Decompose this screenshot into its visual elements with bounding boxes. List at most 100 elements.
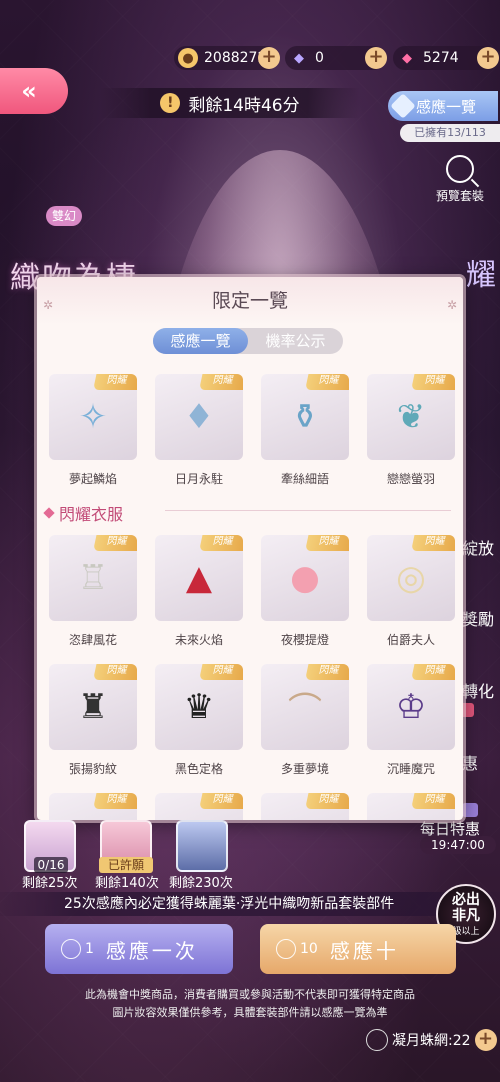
item-name: 夢起鱗焰	[68, 472, 117, 486]
item-name: 日月永駐	[174, 472, 223, 486]
shine-tag: 閃耀	[199, 374, 243, 390]
material-counter: 凝月蛛網:22 +	[366, 1028, 497, 1052]
limited-list-modal: ✲ 限定一覽 ✲ 感應一覽 機率公示 閃耀 ✧ 夢起鱗焰 閃耀 ♦ 日月永駐 閃…	[37, 277, 463, 820]
item-card[interactable]: 閃耀 ♛ 黑色定格	[155, 664, 243, 776]
item-thumbnail: 閃耀 ⚱	[261, 374, 349, 460]
item-thumbnail: 閃耀	[367, 793, 455, 820]
clothes-row: 閃耀 ♜ 張揚豹紋 閃耀 ♛ 黑色定格 閃耀 ⌒ 多重夢境 閃耀 ♔ 沉睡魔咒	[49, 664, 455, 776]
item-card[interactable]: 閃耀	[367, 793, 455, 820]
side-menu-item[interactable]: 綻放	[462, 535, 494, 559]
shine-tag: 閃耀	[199, 664, 243, 680]
white-dress-icon: ♖	[77, 558, 109, 598]
item-card[interactable]: 閃耀 ♖ 恣肆風花	[49, 535, 137, 647]
tab-probability[interactable]: 機率公示	[248, 328, 343, 354]
add-diamond-button[interactable]: +	[365, 47, 387, 69]
side-menu-item[interactable]: 轉化	[462, 678, 494, 702]
clothes-row-partial: 閃耀 閃耀 閃耀 閃耀	[49, 793, 455, 820]
purple-hat-icon: ♔	[395, 687, 427, 727]
shine-tag: 閃耀	[305, 535, 349, 551]
shine-tag: 閃耀	[305, 374, 349, 390]
item-thumbnail: 閃耀 ❦	[367, 374, 455, 460]
diamond-amount: 0	[315, 50, 324, 66]
diamond-currency: ◆ 0 +	[285, 46, 387, 70]
shine-tag: 閃耀	[93, 535, 137, 551]
item-card[interactable]: 閃耀 ♦ 日月永駐	[155, 374, 243, 486]
back-button[interactable]: «	[0, 68, 68, 114]
perfume-bottles-icon: ♦	[183, 397, 215, 437]
pull-ten-button[interactable]: 10 感應十	[260, 924, 456, 974]
remaining-count: 剩餘25次	[22, 876, 78, 891]
item-name: 張揚豹紋	[68, 762, 117, 776]
add-gold-button[interactable]: +	[258, 47, 280, 69]
right-title-fragment: 耀	[466, 258, 496, 293]
pool-portrait[interactable]	[176, 820, 228, 872]
pull-cost: 1	[85, 941, 94, 957]
item-name: 多重夢境	[280, 762, 329, 776]
timer-text: 剩餘14時46分	[188, 95, 300, 116]
preview-label: 預覽套裝	[435, 189, 484, 203]
item-card[interactable]: 閃耀	[155, 793, 243, 820]
corner-ornament-icon: ✲	[446, 298, 457, 312]
item-card[interactable]: 閃耀	[261, 793, 349, 820]
chain-necklace-icon: ⌒	[288, 690, 322, 731]
pull-once-button[interactable]: 1 感應一次	[45, 924, 233, 974]
item-card[interactable]: 閃耀 ✧ 夢起鱗焰	[49, 374, 137, 486]
black-jacket-icon: ♛	[183, 687, 215, 727]
material-count: 凝月蛛網:22	[392, 1033, 471, 1049]
tab-gacha-list[interactable]: 感應一覽	[153, 328, 248, 354]
item-card[interactable]: 閃耀 ⌒ 多重夢境	[261, 664, 349, 776]
add-material-button[interactable]: +	[474, 1029, 497, 1051]
gallery-button[interactable]: 感應一覽	[388, 91, 498, 121]
shine-tag: 閃耀	[411, 374, 455, 390]
item-name: 黑色定格	[174, 762, 223, 776]
item-thumbnail: 閃耀	[49, 793, 137, 820]
side-menu-item[interactable]: 惠	[462, 750, 478, 774]
item-card[interactable]: 閃耀	[49, 793, 137, 820]
item-thumbnail: 閃耀 ●	[261, 535, 349, 621]
spider-web-icon	[276, 939, 296, 959]
item-card[interactable]: 閃耀 ▲ 未來火焰	[155, 535, 243, 647]
item-card[interactable]: 閃耀 ♜ 張揚豹紋	[49, 664, 137, 776]
item-name: 牽絲細語	[280, 472, 329, 486]
item-card[interactable]: 閃耀 ⚱ 牽絲細語	[261, 374, 349, 486]
double-chevron-left-icon: «	[21, 77, 37, 105]
pull-ten-label: 感應十	[329, 938, 399, 963]
disclaimer-line: 圖片妝容效果僅供參考，具體套裝部件請以感應一覽為準	[112, 1006, 388, 1019]
item-thumbnail: 閃耀 ♔	[367, 664, 455, 750]
vase-wand-icon: ⚱	[290, 397, 320, 437]
item-thumbnail: 閃耀 ♜	[49, 664, 137, 750]
item-card[interactable]: 閃耀 ● 夜櫻提燈	[261, 535, 349, 647]
shine-tag: 閃耀	[199, 793, 243, 809]
side-badge	[462, 803, 478, 817]
shine-tag: 閃耀	[199, 535, 243, 551]
gold-coin-icon: ●	[178, 48, 198, 68]
item-thumbnail: 閃耀 ♖	[49, 535, 137, 621]
shine-tag: 閃耀	[411, 535, 455, 551]
pink-gem-amount: 5274	[423, 50, 459, 66]
shine-tag: 閃耀	[93, 664, 137, 680]
guarantee-banner: 25次感應內必定獲得蛛麗葉·浮光中織吻新品套裝部件	[0, 892, 500, 916]
dual-badge: 雙幻	[46, 206, 82, 226]
item-card[interactable]: 閃耀 ❦ 戀戀螢羽	[367, 374, 455, 486]
side-menu-item[interactable]: 獎勵	[462, 606, 494, 630]
daily-deal-timer: 19:47:00	[420, 836, 496, 854]
item-name: 沉睡魔咒	[386, 762, 435, 776]
event-timer: ! 剩餘14時46分	[100, 88, 360, 118]
item-thumbnail: 閃耀 ♛	[155, 664, 243, 750]
shine-tag: 閃耀	[93, 793, 137, 809]
item-card[interactable]: 閃耀 ◎ 伯爵夫人	[367, 535, 455, 647]
item-thumbnail: 閃耀 ⌒	[261, 664, 349, 750]
shine-tag: 閃耀	[411, 664, 455, 680]
owned-count: 已擁有13/113	[400, 124, 500, 142]
item-name: 戀戀螢羽	[386, 472, 435, 486]
corner-ornament-icon: ✲	[43, 298, 54, 312]
exclamation-icon: !	[160, 93, 181, 113]
magnifier-icon	[446, 155, 474, 183]
modal-header: ✲ 限定一覽 ✲	[37, 277, 463, 325]
gem-icon	[390, 93, 416, 119]
preview-set-button[interactable]: 預覽套裝	[430, 155, 490, 204]
item-card[interactable]: 閃耀 ♔ 沉睡魔咒	[367, 664, 455, 776]
item-name: 伯爵夫人	[386, 633, 435, 647]
item-thumbnail: 閃耀 ♦	[155, 374, 243, 460]
add-pink-gem-button[interactable]: +	[477, 47, 499, 69]
